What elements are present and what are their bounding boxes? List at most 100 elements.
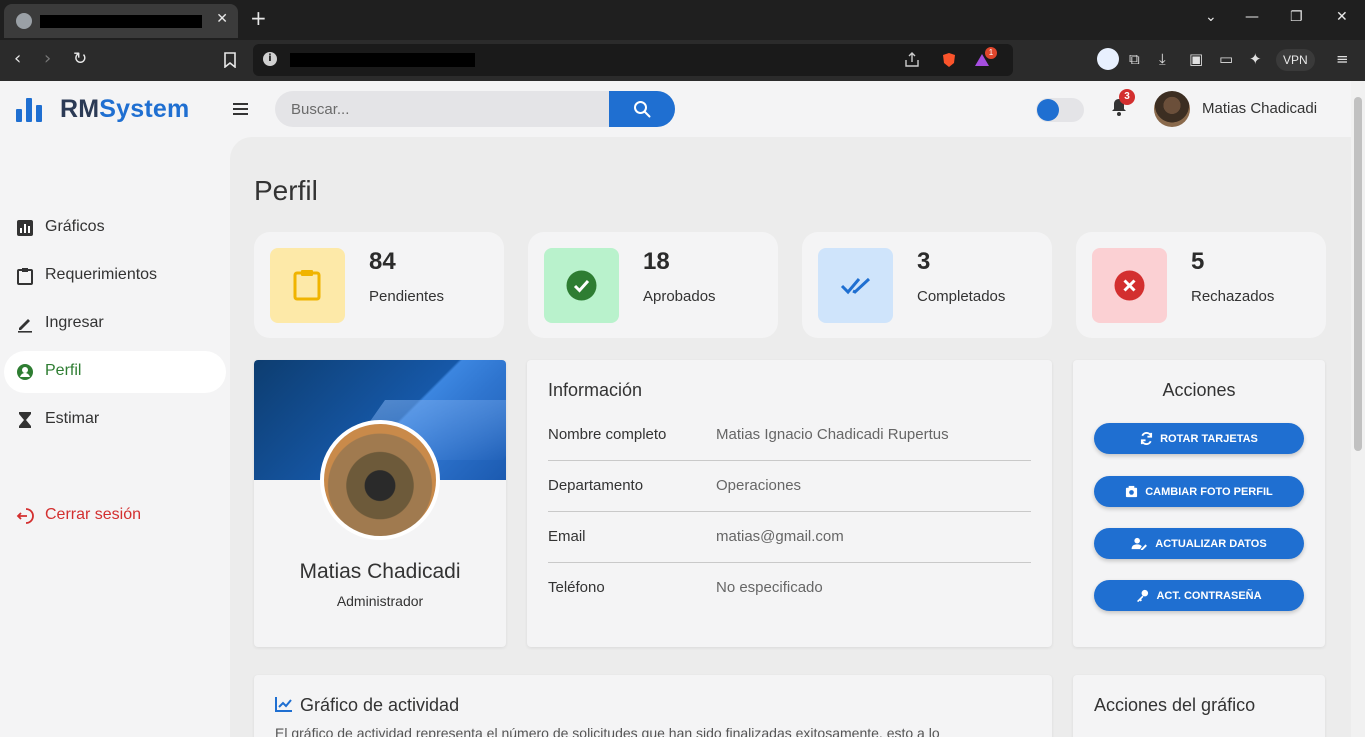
button-label: ROTAR TARJETAS xyxy=(1160,432,1258,445)
rotate-cards-button[interactable]: ROTAR TARJETAS xyxy=(1094,423,1304,454)
sidebar-item-label: Ingresar xyxy=(45,314,104,331)
chart-actions-card: Acciones del gráfico xyxy=(1073,675,1325,737)
close-window-icon[interactable]: ✕ xyxy=(1336,9,1348,25)
forward-icon[interactable]: › xyxy=(44,49,51,69)
logout-label: Cerrar sesión xyxy=(45,506,142,523)
info-value: matias@gmail.com xyxy=(716,528,844,545)
line-chart-icon xyxy=(275,697,292,712)
activity-chart-title: Gráfico de actividad xyxy=(300,695,460,715)
brave-shield-icon[interactable] xyxy=(941,52,957,68)
vpn-button[interactable]: VPN xyxy=(1276,49,1315,71)
translate-extension-icon[interactable] xyxy=(1097,48,1119,70)
new-tab-icon[interactable]: + xyxy=(250,8,267,28)
hourglass-icon xyxy=(19,412,31,428)
browser-menu-icon[interactable]: ≡ xyxy=(1336,50,1349,68)
reload-icon[interactable]: ↻ xyxy=(73,49,87,69)
minimize-icon[interactable]: — xyxy=(1245,9,1259,25)
sidebar-item-requerimientos[interactable]: Requerimientos xyxy=(4,255,226,297)
browser-tab[interactable]: ✕ xyxy=(4,4,238,38)
stat-card-aprobados: 18 Aprobados xyxy=(528,232,778,338)
pencil-icon xyxy=(18,319,32,333)
stat-value: 5 xyxy=(1191,248,1205,275)
logout-button[interactable]: Cerrar sesión xyxy=(4,495,226,537)
tab-search-chevron-icon[interactable]: ⌄ xyxy=(1205,9,1217,25)
stat-icon-box xyxy=(1092,248,1167,323)
sidebar-item-estimar[interactable]: Estimar xyxy=(4,399,226,441)
toggle-knob xyxy=(1037,99,1059,121)
info-key: Teléfono xyxy=(548,579,605,596)
sidebar-toggle-icon[interactable]: ▣ xyxy=(1189,50,1203,68)
change-photo-button[interactable]: CAMBIAR FOTO PERFIL xyxy=(1094,476,1304,507)
user-name[interactable]: Matias Chadicadi xyxy=(1202,100,1317,117)
button-label: ACT. CONTRASEÑA xyxy=(1156,589,1262,602)
profile-role: Administrador xyxy=(336,593,424,609)
scrollbar-thumb[interactable] xyxy=(1354,97,1362,451)
user-edit-icon xyxy=(1131,537,1148,550)
stat-label: Pendientes xyxy=(369,288,445,305)
restore-icon[interactable]: ❐ xyxy=(1290,9,1303,25)
sidebar-item-graficos[interactable]: Gráficos xyxy=(4,207,226,249)
browser-tab-bar: ✕ + ⌄ — ❐ ✕ xyxy=(0,0,1365,40)
info-row: Teléfono No especificado xyxy=(548,563,1031,614)
brand-name-part1: RM xyxy=(60,95,100,123)
update-data-button[interactable]: ACTUALIZAR DATOS xyxy=(1094,528,1304,559)
stat-icon-box xyxy=(270,248,345,323)
page-title: Perfil xyxy=(254,175,318,206)
app-root: RMSystem 3 Matias Chadicadi Gráficos xyxy=(0,81,1351,737)
info-value: No especificado xyxy=(716,579,823,596)
user-avatar[interactable] xyxy=(1154,91,1190,127)
brand[interactable]: RMSystem xyxy=(16,95,189,124)
rewards-badge: 1 xyxy=(985,47,997,59)
close-tab-icon[interactable]: ✕ xyxy=(216,11,228,27)
globe-icon xyxy=(16,13,32,29)
bookmark-icon[interactable] xyxy=(224,52,236,68)
info-key: Departamento xyxy=(548,477,644,494)
share-icon[interactable] xyxy=(904,52,920,68)
info-key: Email xyxy=(548,528,586,545)
address-bar[interactable]: i 1 xyxy=(253,44,1013,76)
sidebar-item-perfil[interactable]: Perfil xyxy=(4,351,226,393)
brand-name-part2: System xyxy=(99,95,190,123)
search-input[interactable] xyxy=(275,91,609,127)
clipboard-icon xyxy=(17,268,33,285)
camera-icon xyxy=(1126,485,1138,498)
stat-label: Rechazados xyxy=(1191,288,1275,305)
search-icon xyxy=(634,101,651,118)
activity-chart-description: El gráfico de actividad representa el nú… xyxy=(275,725,940,737)
stat-label: Completados xyxy=(917,288,1006,305)
puzzle-extension-icon[interactable]: ⧉ xyxy=(1129,50,1140,68)
actions-title: Acciones xyxy=(1162,380,1236,400)
info-value: Matias Ignacio Chadicadi Rupertus xyxy=(716,426,949,443)
stat-card-rechazados: 5 Rechazados xyxy=(1076,232,1326,338)
page-scrollbar[interactable] xyxy=(1351,81,1365,737)
site-info-icon[interactable]: i xyxy=(263,52,277,66)
actions-card: Acciones ROTAR TARJETAS CAMBIAR FOTO PER… xyxy=(1073,360,1325,647)
info-row: Email matias@gmail.com xyxy=(548,512,1031,563)
menu-toggle-icon[interactable] xyxy=(233,103,249,115)
notifications-button[interactable]: 3 xyxy=(1110,89,1135,118)
button-label: ACTUALIZAR DATOS xyxy=(1155,537,1267,550)
logout-icon xyxy=(16,508,34,524)
search-button[interactable] xyxy=(609,91,675,127)
stat-icon-box xyxy=(818,248,893,323)
profile-card: Matias Chadicadi Administrador xyxy=(254,360,506,647)
clipboard-icon xyxy=(293,270,321,301)
bar-chart-icon xyxy=(17,220,33,236)
chart-actions-title: Acciones del gráfico xyxy=(1094,695,1256,715)
theme-toggle[interactable] xyxy=(1036,98,1084,122)
sidebar-item-ingresar[interactable]: Ingresar xyxy=(4,303,226,345)
sidebar: Gráficos Requerimientos Ingresar Perfil xyxy=(0,137,230,737)
user-circle-icon xyxy=(17,364,33,380)
wallet-icon[interactable]: ▭ xyxy=(1219,50,1233,68)
double-check-icon xyxy=(840,277,871,295)
back-icon[interactable]: ‹ xyxy=(14,49,21,69)
sidebar-item-label: Perfil xyxy=(45,362,82,379)
info-row: Departamento Operaciones xyxy=(548,461,1031,512)
bar-chart-logo-icon xyxy=(16,97,42,122)
profile-avatar xyxy=(320,420,440,540)
download-icon[interactable]: ⤓ xyxy=(1159,50,1166,68)
leo-ai-icon[interactable]: ✦ xyxy=(1249,50,1262,68)
activity-chart-card: Gráfico de actividad El gráfico de activ… xyxy=(254,675,1052,737)
x-circle-icon xyxy=(1114,270,1145,301)
change-password-button[interactable]: ACT. CONTRASEÑA xyxy=(1094,580,1304,611)
